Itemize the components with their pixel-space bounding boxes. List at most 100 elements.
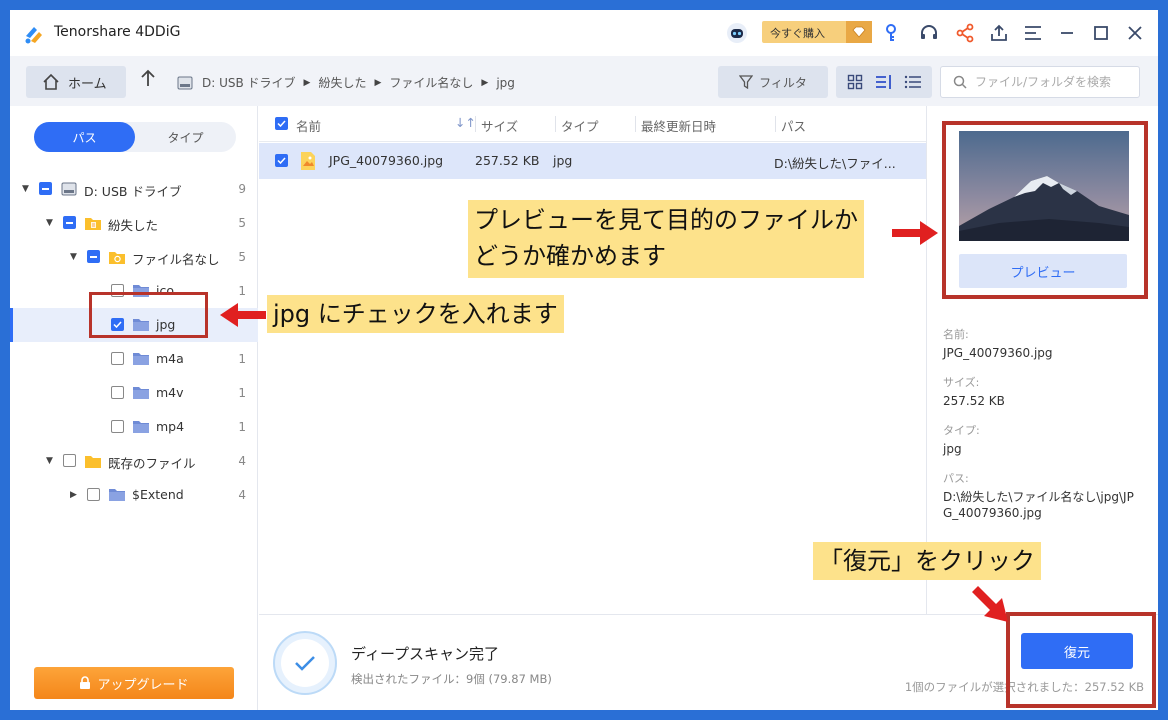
headset-support-icon[interactable] bbox=[918, 22, 940, 44]
lock-icon bbox=[80, 676, 91, 689]
preview-callout-line: プレビューを見て目的のファイルか bbox=[474, 206, 858, 234]
breadcrumb-item-jpg[interactable]: jpg bbox=[496, 76, 515, 90]
search-box bbox=[940, 66, 1140, 98]
key-icon[interactable] bbox=[882, 22, 904, 44]
tree-checkbox[interactable] bbox=[87, 488, 100, 501]
name-label: 名前: bbox=[943, 328, 969, 341]
size-label: サイズ: bbox=[943, 376, 980, 389]
tree-checkbox[interactable] bbox=[111, 386, 124, 399]
tree-item[interactable]: ▼ D: USB ドライブ 9 bbox=[10, 172, 258, 206]
tree-item-label: m4a bbox=[156, 351, 184, 366]
tree-item[interactable]: ▶ $Extend 4 bbox=[10, 478, 258, 512]
tree-item[interactable]: ▼ ファイル名なし 5 bbox=[10, 240, 258, 274]
close-icon[interactable] bbox=[1124, 22, 1146, 44]
buy-now-button[interactable]: 今すぐ購入 bbox=[762, 21, 872, 43]
breadcrumb-separator-icon: ▶ bbox=[481, 77, 489, 88]
tree-checkbox[interactable] bbox=[39, 182, 52, 195]
tree-checkbox[interactable] bbox=[111, 352, 124, 365]
expand-caret-down-icon[interactable]: ▼ bbox=[46, 218, 53, 228]
table-row[interactable]: JPG_40079360.jpg 257.52 KB jpg D:\紛失した\フ… bbox=[259, 143, 926, 179]
row-checkbox[interactable] bbox=[275, 154, 288, 167]
view-toggle: パス タイプ bbox=[34, 122, 236, 152]
search-input[interactable] bbox=[975, 75, 1135, 89]
file-path: D:\紛失した\ファイ... bbox=[774, 156, 896, 171]
tree-item[interactable]: m4a 1 bbox=[10, 342, 258, 376]
upgrade-button[interactable]: アップグレード bbox=[34, 667, 234, 699]
home-button[interactable]: ホーム bbox=[26, 66, 126, 98]
preview-highlight-box bbox=[942, 121, 1148, 299]
tree-item-label: mp4 bbox=[156, 419, 185, 434]
up-arrow-icon[interactable] bbox=[140, 68, 160, 92]
checkmark-icon bbox=[295, 656, 315, 671]
tree-item-label: m4v bbox=[156, 385, 184, 400]
size-value: 257.52 KB bbox=[943, 394, 1005, 408]
robot-assistant-icon[interactable] bbox=[726, 22, 748, 44]
breadcrumb-item-drive[interactable]: D: USB ドライブ bbox=[202, 74, 296, 91]
tree-item[interactable]: ▼ 既存のファイル 4 bbox=[10, 444, 258, 478]
tree-checkbox[interactable] bbox=[63, 216, 76, 229]
column-divider bbox=[555, 116, 556, 132]
breadcrumb-item-lost[interactable]: 紛失した bbox=[318, 74, 366, 91]
existing-folder-icon bbox=[84, 453, 102, 469]
app-logo-icon bbox=[25, 27, 42, 44]
expand-caret-down-icon[interactable]: ▼ bbox=[22, 184, 29, 194]
tree-item-count: 5 bbox=[238, 250, 246, 264]
filter-icon bbox=[739, 75, 754, 89]
tree-checkbox[interactable] bbox=[63, 454, 76, 467]
tree-item-count: 1 bbox=[238, 284, 246, 298]
scan-status-subtitle: 検出されたファイル：9個 (79.87 MB) bbox=[351, 672, 552, 686]
column-header-modified[interactable]: 最終更新日時 bbox=[641, 116, 716, 135]
breadcrumb-separator-icon: ▶ bbox=[303, 77, 311, 88]
list-view-icon[interactable] bbox=[901, 70, 925, 94]
filter-button[interactable]: フィルタ bbox=[718, 66, 828, 98]
tab-type[interactable]: タイプ bbox=[135, 122, 236, 152]
breadcrumb-item-unnamed[interactable]: ファイル名なし bbox=[389, 74, 473, 91]
home-label: ホーム bbox=[68, 76, 107, 92]
expand-caret-down-icon[interactable]: ▼ bbox=[46, 456, 53, 466]
menu-icon[interactable] bbox=[1022, 22, 1044, 44]
column-header-path[interactable]: パス bbox=[781, 116, 806, 135]
tree-item-label: 紛失した bbox=[108, 218, 159, 233]
tree-item-label: 既存のファイル bbox=[108, 456, 196, 471]
app-title: Tenorshare 4DDiG bbox=[54, 24, 181, 40]
name-value: JPG_40079360.jpg bbox=[943, 346, 1053, 360]
folder-icon bbox=[132, 351, 150, 367]
column-divider bbox=[775, 116, 776, 132]
tree-item[interactable]: mp4 1 bbox=[10, 410, 258, 444]
grid-view-icon[interactable] bbox=[843, 70, 867, 94]
minimize-icon[interactable] bbox=[1056, 22, 1078, 44]
recover-callout: 「復元」をクリック bbox=[813, 542, 1041, 580]
expand-caret-right-icon[interactable]: ▶ bbox=[70, 490, 77, 500]
sidebar: パス タイプ ▼ D: USB ドライブ 9 ▼ 紛失した 5 ▼ ファイル名なし 5 ico 1 j… bbox=[10, 106, 258, 710]
column-divider bbox=[475, 116, 476, 132]
usb-drive-icon bbox=[177, 76, 193, 89]
column-header-type[interactable]: タイプ bbox=[561, 116, 599, 135]
tree-checkbox[interactable] bbox=[87, 250, 100, 263]
tree-item-count: 1 bbox=[238, 420, 246, 434]
arrow-down-right-icon bbox=[972, 586, 1008, 622]
breadcrumb-separator-icon: ▶ bbox=[374, 77, 382, 88]
expand-caret-down-icon[interactable]: ▼ bbox=[70, 252, 77, 262]
share-icon[interactable] bbox=[954, 22, 976, 44]
navigation-bar: ホーム D: USB ドライブ ▶ 紛失した ▶ ファイル名なし ▶ jpg フ… bbox=[10, 56, 1158, 106]
arrow-right-icon bbox=[892, 221, 938, 245]
maximize-icon[interactable] bbox=[1090, 22, 1112, 44]
search-icon bbox=[953, 75, 967, 89]
tab-path[interactable]: パス bbox=[34, 122, 135, 152]
home-icon bbox=[43, 73, 59, 90]
app-window: Tenorshare 4DDiG 今すぐ購入 ホーム D: USB ドライブ ▶… bbox=[10, 10, 1158, 710]
column-header-name[interactable]: 名前 bbox=[296, 116, 321, 135]
breadcrumb: D: USB ドライブ ▶ 紛失した ▶ ファイル名なし ▶ jpg bbox=[176, 74, 515, 91]
tree-checkbox[interactable] bbox=[111, 420, 124, 433]
select-all-checkbox[interactable] bbox=[275, 117, 288, 130]
tree-item[interactable]: ▼ 紛失した 5 bbox=[10, 206, 258, 240]
tree-item[interactable]: m4v 1 bbox=[10, 376, 258, 410]
diamond-icon bbox=[846, 21, 872, 43]
column-header-size[interactable]: サイズ bbox=[481, 116, 518, 135]
type-label: タイプ: bbox=[943, 424, 980, 437]
sort-icon[interactable]: ↓↑ bbox=[455, 115, 476, 130]
detail-list-view-icon[interactable] bbox=[872, 70, 896, 94]
file-type: jpg bbox=[553, 153, 573, 168]
upload-icon[interactable] bbox=[988, 22, 1010, 44]
tree-item-label: $Extend bbox=[132, 487, 184, 502]
